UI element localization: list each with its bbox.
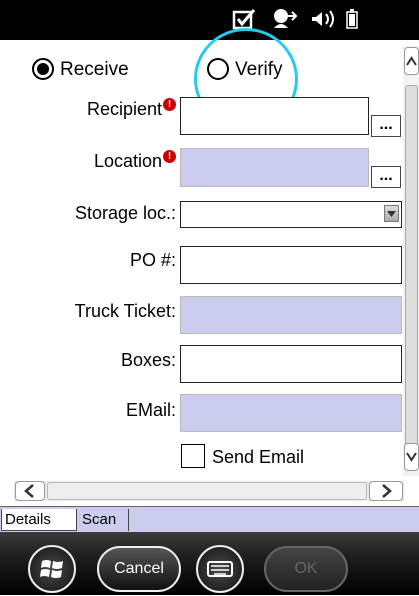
connectivity-icon xyxy=(274,9,298,28)
ok-button[interactable]: OK xyxy=(264,546,348,592)
boxes-label: Boxes: xyxy=(120,350,176,370)
send-email-checkbox[interactable] xyxy=(181,444,205,468)
receive-label[interactable]: Receive xyxy=(60,59,129,81)
location-input[interactable] xyxy=(180,148,369,187)
checkbox-status-icon xyxy=(232,9,256,30)
window-title: Multi-Receive... xyxy=(8,8,179,30)
vertical-scroll-thumb[interactable] xyxy=(405,85,418,455)
location-browse-button[interactable]: ... xyxy=(371,166,401,188)
email-input[interactable] xyxy=(180,394,402,432)
scroll-up-icon[interactable] xyxy=(404,47,419,75)
clock: 9:45 xyxy=(362,9,405,29)
recipient-input[interactable] xyxy=(180,97,369,135)
required-icon: ! xyxy=(163,150,176,163)
send-email-label[interactable]: Send Email xyxy=(212,447,304,468)
truck-ticket-label: Truck Ticket: xyxy=(74,301,176,321)
location-label: Location xyxy=(93,151,162,171)
recipient-label: Recipient xyxy=(86,99,162,119)
storage-label: Storage loc.: xyxy=(74,203,176,223)
receive-radio[interactable] xyxy=(32,58,54,80)
scroll-left-icon[interactable] xyxy=(15,481,45,501)
po-input[interactable] xyxy=(180,246,402,284)
boxes-input[interactable] xyxy=(180,345,402,383)
truck-ticket-input[interactable] xyxy=(180,296,402,334)
volume-icon xyxy=(312,10,334,28)
tab-scan[interactable]: Scan xyxy=(79,509,129,531)
storage-select[interactable] xyxy=(180,201,402,228)
email-label: EMail: xyxy=(125,400,176,420)
keyboard-icon[interactable] xyxy=(196,545,244,593)
scroll-down-icon[interactable] xyxy=(404,443,419,471)
battery-icon xyxy=(346,9,358,29)
required-icon: ! xyxy=(163,98,176,111)
cancel-button[interactable]: Cancel xyxy=(97,546,181,592)
tab-details[interactable]: Details xyxy=(1,509,77,531)
horizontal-scroll-thumb[interactable] xyxy=(47,482,367,500)
scroll-right-icon[interactable] xyxy=(369,481,403,501)
windows-start-icon[interactable] xyxy=(28,545,76,593)
dropdown-arrow-icon[interactable] xyxy=(384,205,399,222)
recipient-browse-button[interactable]: ... xyxy=(371,115,401,137)
po-label: PO #: xyxy=(129,250,176,270)
